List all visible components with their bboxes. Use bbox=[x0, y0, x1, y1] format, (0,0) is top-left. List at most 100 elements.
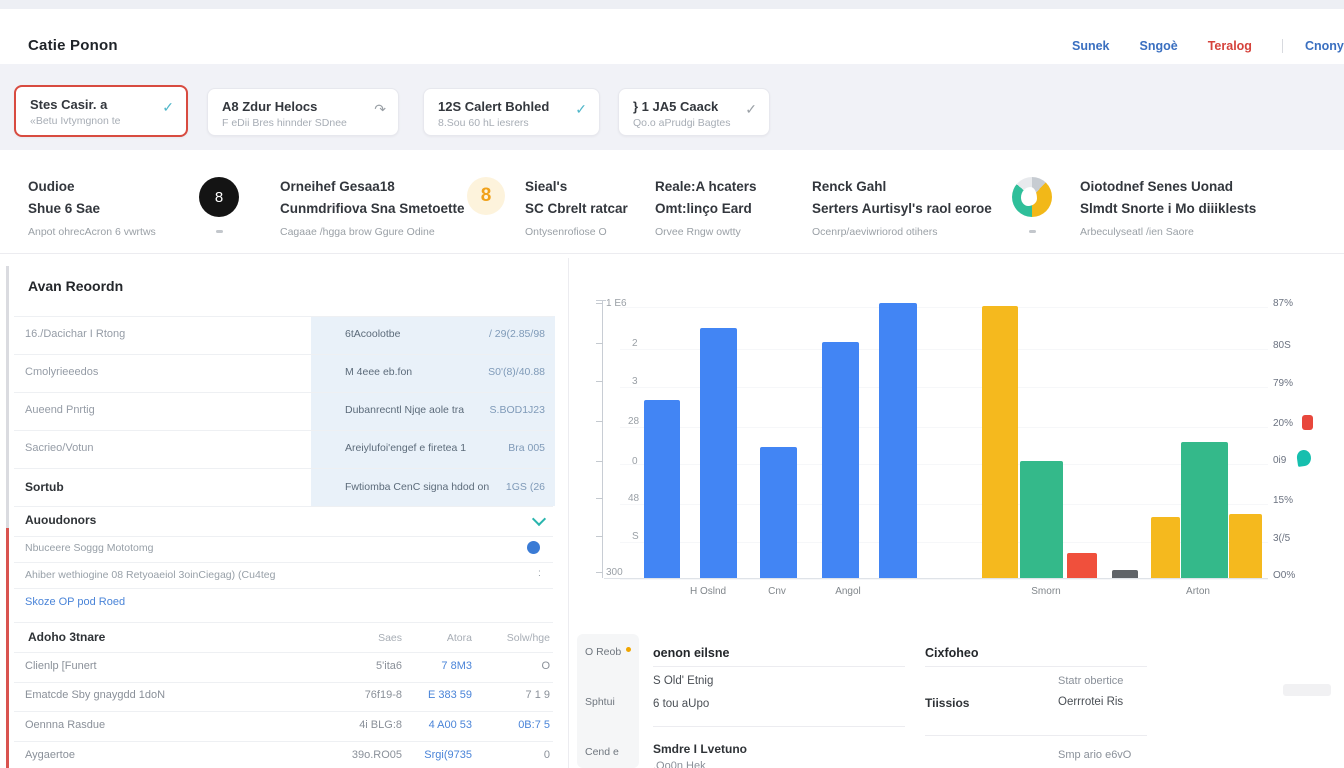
card-subtitle: F eDii Bres hinnder SDnee bbox=[222, 117, 347, 129]
share-row-saes: 5'ita6 bbox=[330, 660, 402, 672]
chart-gridline bbox=[620, 579, 1268, 580]
feature-title-line1: Reale:A hcaters bbox=[655, 176, 757, 198]
report-link-row[interactable]: Ahiber wethiogine 08 Retyoaeiol 3oinCieg… bbox=[25, 569, 275, 581]
y-axis-tick-label: 1 E6 bbox=[606, 298, 627, 309]
feature-item-5[interactable]: Renck Gahl Serters Aurtisyl's raol eoroe… bbox=[812, 176, 992, 238]
share-row-saes: 39o.RO05 bbox=[330, 749, 402, 761]
bottom-right-title: Cixfoheo bbox=[925, 646, 978, 660]
chart-bar bbox=[982, 306, 1018, 578]
divider bbox=[925, 735, 1147, 736]
feature-item-2[interactable]: Orneihef Gesaa18 Cunmdrifiova Sna Smetoe… bbox=[280, 176, 465, 238]
card-subtitle: 8.Sou 60 hL iesrers bbox=[438, 117, 529, 129]
stat-card-1[interactable]: Stes Casir. a «Betu Ivtymgnon te ✓ bbox=[14, 85, 188, 137]
chart-gridline bbox=[620, 427, 1268, 428]
tab-item-1[interactable]: O Reob bbox=[585, 646, 621, 658]
report-row-metric: M 4eee eb.fon bbox=[345, 366, 412, 378]
chart-bar bbox=[700, 328, 737, 578]
share-row-solwhge: 0 bbox=[478, 749, 550, 761]
badge-glyph: 8 bbox=[481, 185, 492, 207]
report-row-label: Cmolyrieeedos bbox=[25, 366, 98, 378]
chart-bar bbox=[879, 303, 917, 578]
share-row-atora[interactable]: 4 A00 53 bbox=[402, 719, 472, 731]
share-row-atora[interactable]: E 383 59 bbox=[402, 689, 472, 701]
tab-item-3[interactable]: Cend e bbox=[585, 746, 619, 758]
caret-mark-icon bbox=[1029, 230, 1036, 233]
page-title: Catie Ponon bbox=[28, 37, 118, 54]
share-row-atora[interactable]: 7 8M3 bbox=[402, 660, 472, 672]
y-axis-tick-label: 2 bbox=[632, 338, 638, 349]
chart-gridline bbox=[620, 542, 1268, 543]
row-separator bbox=[14, 622, 553, 623]
chart-bar bbox=[1067, 553, 1097, 578]
x-axis-label: Smorn bbox=[1001, 586, 1091, 597]
report-row-value: S.BOD1J23 bbox=[455, 404, 545, 416]
tab-item-2[interactable]: Sphtui bbox=[585, 696, 615, 708]
nav-link-1[interactable]: Sunek bbox=[1072, 39, 1110, 53]
chart-bar bbox=[1181, 442, 1228, 578]
feature-item-1[interactable]: Oudioe Shue 6 Sae Anpot ohrecAcron 6 vwr… bbox=[28, 176, 156, 238]
report-row-value: S0'(8)/40.88 bbox=[455, 366, 545, 378]
report-row-value: / 29(2.85/98 bbox=[455, 328, 545, 340]
report-row-label: 16./Dacichar I Rtong bbox=[25, 328, 125, 340]
caret-mark-icon bbox=[216, 230, 223, 233]
report-row-metric: 6tAcoolotbe bbox=[345, 328, 400, 340]
feature-item-3[interactable]: Sieal's SC Cbrelt ratcar Ontysenrofiose … bbox=[525, 176, 628, 238]
report-title: Avan Reoordn bbox=[28, 278, 123, 294]
share-row-solwhge[interactable]: 0B:7 5 bbox=[478, 719, 550, 731]
report-footer-link[interactable]: Skoze OP pod Roed bbox=[25, 596, 125, 608]
report-row-value: 1GS (26 bbox=[455, 481, 545, 493]
stat-card-2[interactable]: A8 Zdur Helocs F eDii Bres hinnder SDnee… bbox=[207, 88, 399, 136]
right-axis-label: O0% bbox=[1273, 570, 1295, 581]
chevron-down-icon[interactable] bbox=[532, 512, 546, 526]
row-separator bbox=[14, 506, 553, 507]
report-row-metric: Dubanrecntl Njqe aole tra bbox=[345, 404, 464, 416]
card-subtitle: «Betu Ivtymgnon te bbox=[30, 115, 120, 127]
bottom-panel-footer-sub: .Oo0n Hek bbox=[653, 760, 706, 768]
bottom-panel-line: S Old' Etnig bbox=[653, 675, 713, 687]
row-separator bbox=[14, 711, 553, 712]
shares-table-title: Adoho 3tnare bbox=[28, 630, 105, 644]
y-axis-tick-label: 3 bbox=[632, 376, 638, 387]
chart-gridline bbox=[620, 349, 1268, 350]
card-title: A8 Zdur Helocs bbox=[222, 99, 317, 114]
nav-link-2[interactable]: Sngoè bbox=[1140, 39, 1178, 53]
expand-row-label[interactable]: Auoudonors bbox=[25, 513, 96, 527]
section-divider bbox=[0, 253, 1344, 254]
chart-bar bbox=[1229, 514, 1262, 578]
chart-baseline bbox=[604, 578, 1268, 579]
divider bbox=[653, 666, 905, 667]
feature-item-6[interactable]: Oiotodnef Senes Uonad Slmdt Snorte i Mo … bbox=[1080, 176, 1256, 238]
report-link-row[interactable]: Nbuceere Soggg Mototomg bbox=[25, 542, 153, 554]
right-axis-label: 80S bbox=[1273, 340, 1291, 351]
feature-title-line1: Renck Gahl bbox=[812, 176, 992, 198]
stat-card-4[interactable]: } 1 JA5 Caack Qo.o aPrudgi Bagtes ✓ bbox=[618, 88, 770, 136]
feature-subtitle: Orvee Rngw owtty bbox=[655, 226, 757, 238]
nav-link-4[interactable]: Cnonyp Cuon bbox=[1282, 39, 1344, 53]
feature-title-line1: Orneihef Gesaa18 bbox=[280, 176, 465, 198]
report-row-label: Sortub bbox=[25, 480, 64, 494]
row-separator bbox=[14, 652, 553, 653]
card-title: 12S Calert Bohled bbox=[438, 99, 549, 114]
column-header-saes: Saes bbox=[330, 632, 402, 644]
chart-bar bbox=[1151, 517, 1180, 578]
row-separator bbox=[14, 682, 553, 683]
legend-red-marker bbox=[1302, 415, 1313, 430]
feature-title-line2: Slmdt Snorte i Mo diiiklests bbox=[1080, 198, 1256, 220]
bottom-panel-line: 6 tou aUpo bbox=[653, 698, 709, 710]
nav-link-3[interactable]: Teralog bbox=[1208, 39, 1252, 53]
x-axis-label: Angol bbox=[803, 586, 893, 597]
right-axis-label: 20% bbox=[1273, 418, 1293, 429]
blue-dot-icon[interactable] bbox=[527, 541, 540, 554]
feature-item-4[interactable]: Reale:A hcaters Omt:linço Eard Orvee Rng… bbox=[655, 176, 757, 238]
orange-dot-icon bbox=[626, 647, 631, 652]
chart-gridline bbox=[620, 387, 1268, 388]
feature-title-line2: Cunmdrifiova Sna Smetoette bbox=[280, 198, 465, 220]
share-row-saes: 76f19-8 bbox=[330, 689, 402, 701]
chart-y-axis-cap bbox=[596, 300, 606, 301]
x-axis-label: Cnv bbox=[732, 586, 822, 597]
bottom-panel-title: oenon eilsne bbox=[653, 646, 729, 660]
share-row-atora[interactable]: Srgi(9735 bbox=[402, 749, 472, 761]
row-separator bbox=[14, 536, 553, 537]
stat-card-3[interactable]: 12S Calert Bohled 8.Sou 60 hL iesrers ✓ bbox=[423, 88, 600, 136]
chart-bar bbox=[760, 447, 797, 578]
